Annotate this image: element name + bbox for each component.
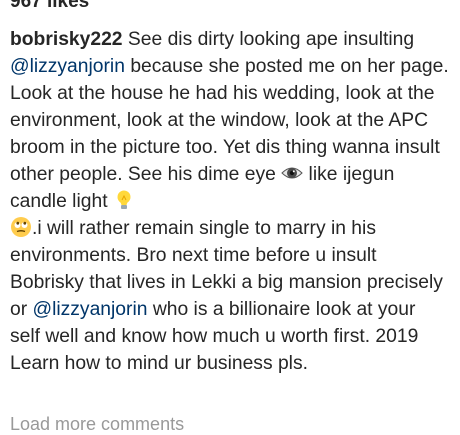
rolling-eyes-emoji-icon xyxy=(11,217,31,237)
likes-count[interactable]: 967 likes xyxy=(10,0,89,13)
post-caption: bobrisky222 See dis dirty looking ape in… xyxy=(10,26,450,377)
lightbulb-emoji-icon xyxy=(117,190,131,209)
caption-text-1: See dis dirty looking ape insulting xyxy=(127,29,415,50)
load-more-comments-link[interactable]: Load more comments xyxy=(10,413,184,435)
eye-emoji-icon xyxy=(281,167,303,179)
mention-link-2[interactable]: @lizzyanjorin xyxy=(33,299,148,320)
mention-link-1[interactable]: @lizzyanjorin xyxy=(10,56,125,77)
caption-username[interactable]: bobrisky222 xyxy=(10,29,123,50)
